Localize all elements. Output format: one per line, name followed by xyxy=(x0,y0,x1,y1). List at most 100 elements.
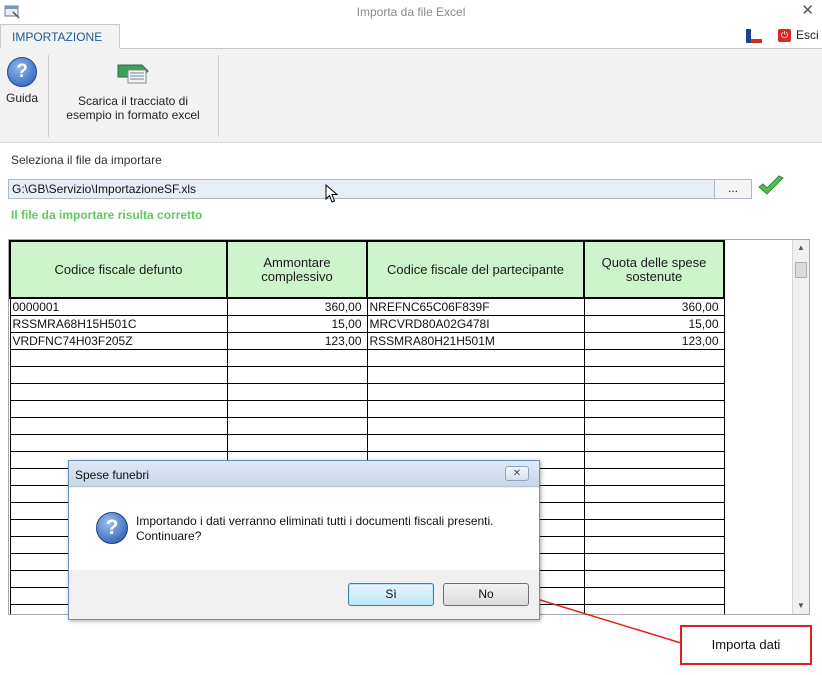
table-cell[interactable] xyxy=(226,382,368,401)
table-cell[interactable] xyxy=(583,467,725,486)
vertical-scrollbar[interactable]: ▲ ▼ xyxy=(792,240,809,614)
table-cell[interactable] xyxy=(366,348,585,367)
table-row[interactable]: VRDFNC74H03F205Z 123,00 RSSMRA80H21H501M 12… xyxy=(9,331,725,350)
table-cell[interactable] xyxy=(583,569,725,588)
window-title: Importa da file Excel xyxy=(356,5,466,19)
table-cell[interactable] xyxy=(583,603,725,614)
table-cell[interactable] xyxy=(583,535,725,554)
table-cell[interactable] xyxy=(583,382,725,401)
dialog-close-button[interactable]: ✕ xyxy=(505,466,529,481)
table-cell[interactable]: 123,00 xyxy=(226,331,368,350)
table-cell[interactable] xyxy=(366,365,585,384)
excel-template-icon xyxy=(117,64,149,84)
window-titlebar: Importa da file Excel ✕ xyxy=(0,0,822,24)
dialog-message-line2: Continuare? xyxy=(136,529,202,543)
table-cell[interactable] xyxy=(226,348,368,367)
table-row[interactable] xyxy=(9,416,725,435)
table-cell[interactable] xyxy=(583,501,725,520)
table-cell[interactable] xyxy=(583,348,725,367)
table-cell[interactable] xyxy=(583,484,725,503)
table-cell[interactable]: RSSMRA68H15H501C xyxy=(9,314,228,333)
table-cell[interactable] xyxy=(583,552,725,571)
language-flag-icon[interactable] xyxy=(746,29,762,43)
table-cell[interactable]: NREFNC65C06F839F xyxy=(366,297,585,316)
table-cell[interactable] xyxy=(366,382,585,401)
dialog-body: ? Importando i dati verranno eliminati t… xyxy=(69,488,539,570)
confirm-dialog: Spese funebri ✕ ? Importando i dati verr… xyxy=(68,460,540,620)
scroll-up-icon[interactable]: ▲ xyxy=(793,240,809,256)
table-cell[interactable] xyxy=(9,382,228,401)
download-template-button[interactable]: Scarica il tracciato di esempio in forma… xyxy=(55,57,211,122)
dialog-message-line1: Importando i dati verranno eliminati tut… xyxy=(136,514,494,528)
ribbon-tabbar: IMPORTAZIONE ⏻ Esci xyxy=(0,24,822,49)
column-header-ammontare-complessivo[interactable]: Ammontare complessivo xyxy=(226,240,368,299)
table-cell[interactable] xyxy=(366,416,585,435)
scroll-down-icon[interactable]: ▼ xyxy=(793,598,809,614)
guida-label: Guida xyxy=(5,91,39,105)
exit-label: Esci xyxy=(796,28,819,42)
ribbon-separator xyxy=(218,55,219,137)
table-cell[interactable] xyxy=(583,586,725,605)
table-row[interactable] xyxy=(9,382,725,401)
scroll-thumb[interactable] xyxy=(795,262,807,278)
importa-dati-button[interactable]: Importa dati xyxy=(684,629,808,661)
no-button[interactable]: No xyxy=(443,583,529,606)
table-cell[interactable] xyxy=(583,416,725,435)
column-header-codice-fiscale-partecipante[interactable]: Codice fiscale del partecipante xyxy=(366,240,585,299)
table-cell[interactable] xyxy=(226,365,368,384)
yes-button[interactable]: Sì xyxy=(348,583,434,606)
table-cell[interactable] xyxy=(9,416,228,435)
table-cell[interactable]: 0000001 xyxy=(9,297,228,316)
table-cell[interactable]: 360,00 xyxy=(226,297,368,316)
table-cell[interactable] xyxy=(583,365,725,384)
ribbon-panel: ? Guida Scarica il tracciato di esempio … xyxy=(0,49,822,143)
tab-importazione[interactable]: IMPORTAZIONE xyxy=(0,24,120,49)
dialog-title: Spese funebri xyxy=(75,468,150,482)
column-header-codice-fiscale-defunto[interactable]: Codice fiscale defunto xyxy=(9,240,228,299)
file-select-label: Seleziona il file da importare xyxy=(11,153,162,167)
table-cell[interactable] xyxy=(366,433,585,452)
table-row[interactable]: RSSMRA68H15H501C 15,00 MRCVRD80A02G478I 15,… xyxy=(9,314,725,333)
exit-icon: ⏻ xyxy=(778,29,791,42)
file-path-input[interactable]: G:\GB\Servizio\ImportazioneSF.xls xyxy=(8,179,715,199)
column-header-quota-spese[interactable]: Quota delle spese sostenute xyxy=(583,240,725,299)
table-cell[interactable] xyxy=(226,433,368,452)
table-cell[interactable]: 15,00 xyxy=(583,314,725,333)
browse-button[interactable]: ... xyxy=(714,179,752,199)
scarica-label-line1: Scarica il tracciato di xyxy=(77,94,189,108)
table-cell[interactable] xyxy=(9,348,228,367)
table-cell[interactable] xyxy=(583,518,725,537)
table-row[interactable] xyxy=(9,399,725,418)
table-cell[interactable] xyxy=(366,399,585,418)
dialog-titlebar: Spese funebri ✕ xyxy=(69,461,539,487)
table-row[interactable] xyxy=(9,365,725,384)
help-icon: ? xyxy=(7,57,37,87)
table-cell[interactable] xyxy=(583,399,725,418)
scarica-label-line2: esempio in formato excel xyxy=(66,108,200,122)
table-row[interactable]: 0000001 360,00 NREFNC65C06F839F 360,00 xyxy=(9,297,725,316)
table-cell[interactable]: VRDFNC74H03F205Z xyxy=(9,331,228,350)
table-cell[interactable]: MRCVRD80A02G478I xyxy=(366,314,585,333)
table-cell[interactable] xyxy=(583,450,725,469)
table-cell[interactable] xyxy=(226,416,368,435)
table-cell[interactable] xyxy=(9,433,228,452)
table-row[interactable] xyxy=(9,348,725,367)
table-cell[interactable]: 360,00 xyxy=(583,297,725,316)
checkmark-icon xyxy=(758,175,784,195)
table-cell[interactable] xyxy=(226,399,368,418)
table-cell[interactable]: 123,00 xyxy=(583,331,725,350)
table-row[interactable] xyxy=(9,433,725,452)
question-icon: ? xyxy=(96,512,128,544)
window-close-button[interactable]: ✕ xyxy=(801,1,814,19)
ribbon-separator xyxy=(48,55,49,137)
mouse-cursor-icon xyxy=(325,184,339,203)
table-cell[interactable] xyxy=(583,433,725,452)
table-cell[interactable]: 15,00 xyxy=(226,314,368,333)
file-status-message: Il file da importare risulta corretto xyxy=(11,208,203,222)
import-button-highlight: Importa dati xyxy=(680,625,812,665)
dialog-message: Importando i dati verranno eliminati tut… xyxy=(136,514,494,544)
table-cell[interactable] xyxy=(9,365,228,384)
guida-button[interactable]: ? Guida xyxy=(0,57,44,105)
table-cell[interactable] xyxy=(9,399,228,418)
table-cell[interactable]: RSSMRA80H21H501M xyxy=(366,331,585,350)
